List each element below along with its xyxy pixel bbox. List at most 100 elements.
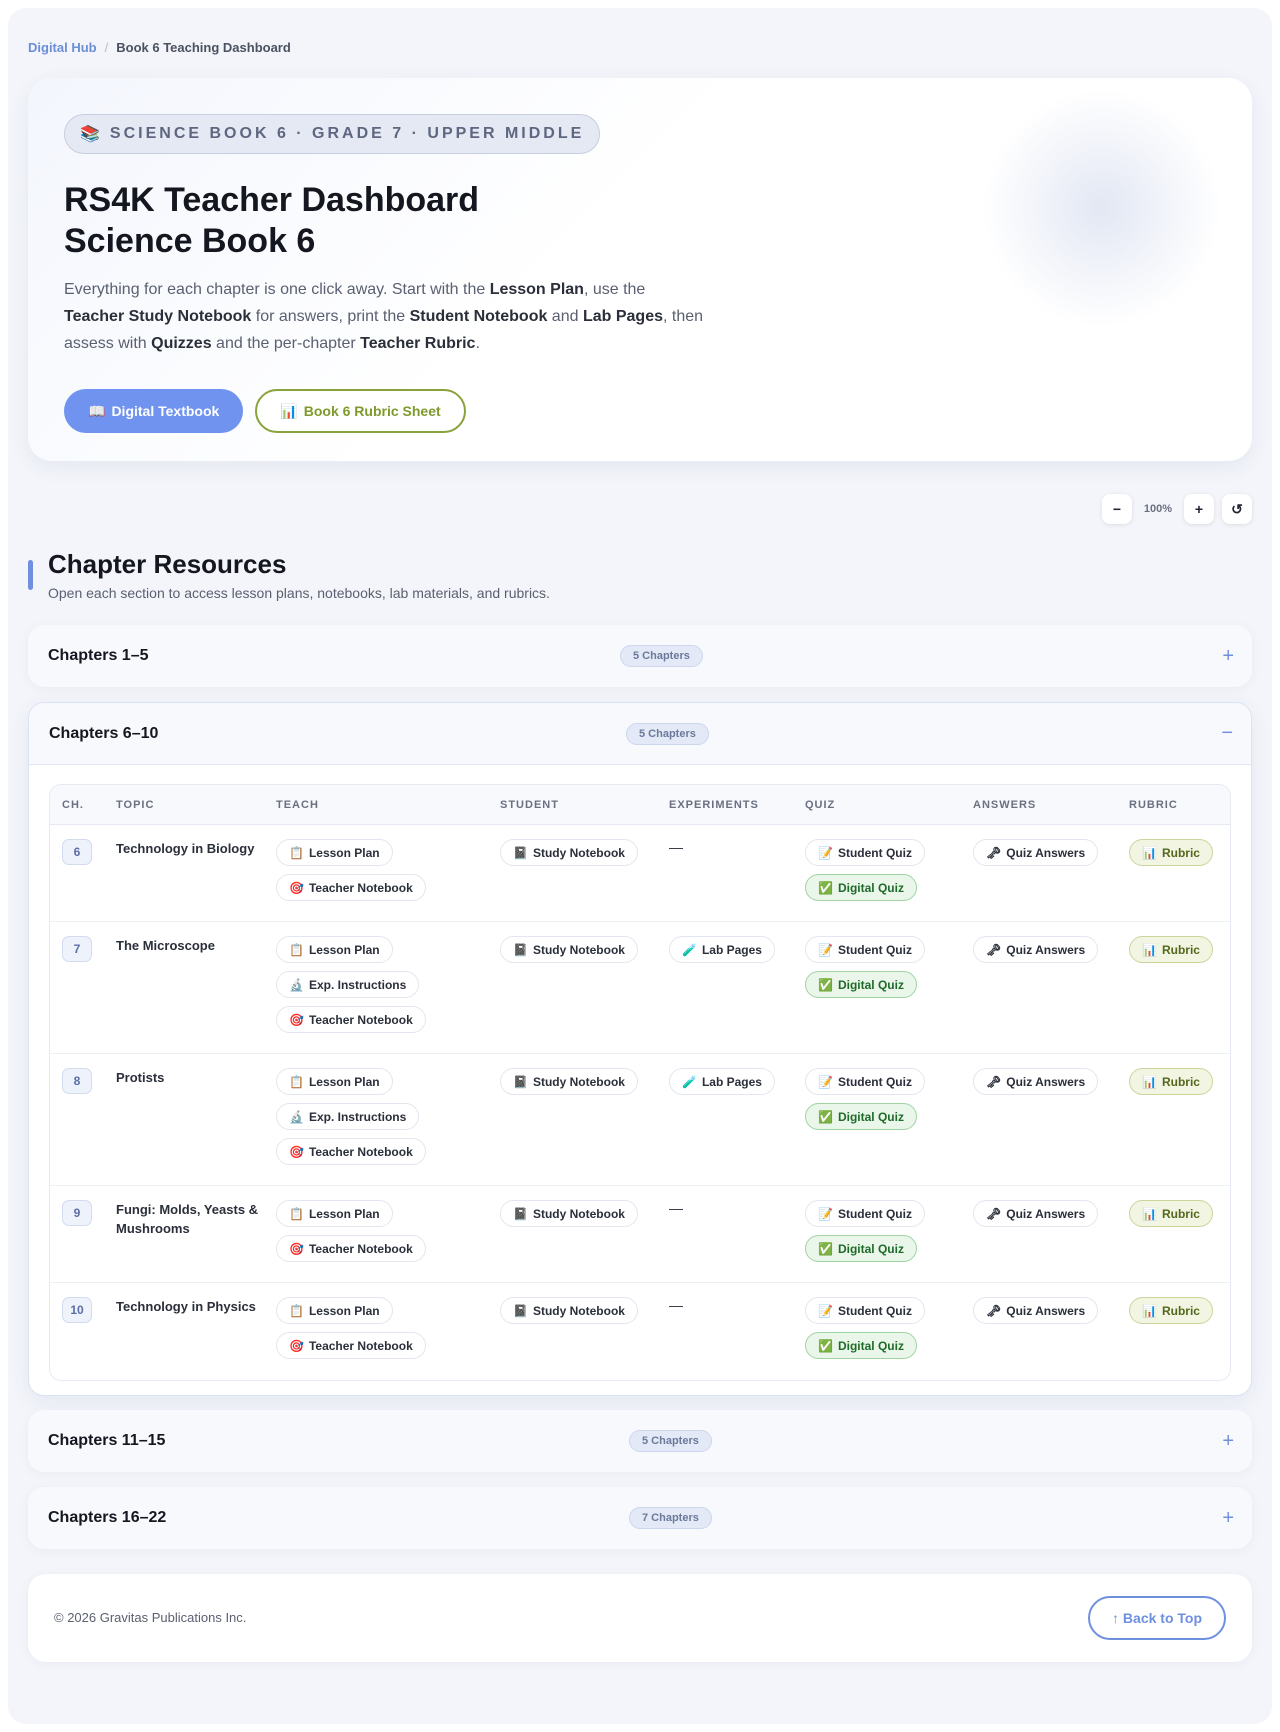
check-icon: ✅ [818, 1109, 833, 1124]
section-title: Chapter Resources [48, 549, 287, 579]
zoom-reset-button[interactable]: ↺ [1222, 494, 1252, 524]
quiz-answers-link[interactable]: 🗝 Quiz Answers [973, 936, 1099, 963]
rubric-sheet-button[interactable]: 📊 Book 6 Rubric Sheet [255, 389, 466, 433]
chapter-topic: Technology in Biology [116, 841, 255, 856]
hero-description: Everything for each chapter is one click… [64, 276, 744, 357]
pill-label: Study Notebook [532, 1303, 625, 1318]
teacher-notebook-link[interactable]: 🎯 Teacher Notebook [276, 1006, 426, 1033]
memo-icon: 📝 [818, 1303, 833, 1318]
expand-icon[interactable]: + [1222, 1507, 1234, 1530]
collapse-icon[interactable]: − [1221, 722, 1233, 745]
notebook-icon: 📓 [513, 942, 528, 957]
key-icon: 🗝 [986, 942, 1002, 957]
study-notebook-link[interactable]: 📓 Study Notebook [500, 936, 638, 963]
student-quiz-link[interactable]: 📝 Student Quiz [805, 1068, 925, 1095]
quiz-answers-link[interactable]: 🗝 Quiz Answers [973, 1297, 1099, 1324]
lesson-plan-link[interactable]: 📋 Lesson Plan [276, 1200, 393, 1227]
chapter-number: 9 [62, 1200, 92, 1226]
rubric-link[interactable]: 📊 Rubric [1129, 1200, 1213, 1227]
rubric-link[interactable]: 📊 Rubric [1129, 936, 1213, 963]
check-icon: ✅ [818, 1241, 833, 1256]
answer-resources: 🗝 Quiz Answers [973, 1297, 1099, 1324]
pill-label: Lesson Plan [308, 1303, 380, 1318]
rubric-link[interactable]: 📊 Rubric [1129, 839, 1213, 866]
expand-icon[interactable]: + [1222, 1430, 1234, 1453]
quiz-answers-link[interactable]: 🗝 Quiz Answers [973, 1200, 1099, 1227]
study-notebook-link[interactable]: 📓 Study Notebook [500, 1297, 638, 1324]
accordion-header[interactable]: Chapters 11–15 5 Chapters + [28, 1410, 1252, 1472]
pill-label: Quiz Answers [1006, 1206, 1086, 1221]
pill-label: Lab Pages [701, 942, 762, 957]
student-resources: 📓 Study Notebook [500, 839, 638, 866]
back-to-top-button[interactable]: ↑ Back to Top [1088, 1596, 1226, 1640]
expand-icon[interactable]: + [1222, 645, 1234, 668]
accordion-header[interactable]: Chapters 6–10 5 Chapters − [29, 703, 1251, 765]
digital-quiz-link[interactable]: ✅ Digital Quiz [805, 1103, 917, 1130]
pill-label: Rubric [1161, 845, 1200, 860]
student-quiz-link[interactable]: 📝 Student Quiz [805, 839, 925, 866]
experiment-resources: 🧪 Lab Pages [669, 936, 775, 963]
clipboard-icon: 📋 [289, 845, 304, 860]
lab-pages-link[interactable]: 🧪 Lab Pages [669, 1068, 775, 1095]
quiz-answers-link[interactable]: 🗝 Quiz Answers [973, 839, 1099, 866]
memo-icon: 📝 [818, 1206, 833, 1221]
key-icon: 🗝 [986, 1206, 1002, 1221]
teacher-notebook-link[interactable]: 🎯 Teacher Notebook [276, 874, 426, 901]
test-tube-icon: 🧪 [682, 1074, 697, 1089]
student-quiz-link[interactable]: 📝 Student Quiz [805, 936, 925, 963]
quiz-answers-link[interactable]: 🗝 Quiz Answers [973, 1068, 1099, 1095]
desc-bold: Student Notebook [409, 308, 548, 325]
digital-textbook-button[interactable]: 📖 Digital Textbook [64, 389, 244, 433]
exp-instructions-link[interactable]: 🔬 Exp. Instructions [276, 1103, 420, 1130]
page-frame: Digital Hub / Book 6 Teaching Dashboard … [8, 8, 1272, 1724]
digital-quiz-link[interactable]: ✅ Digital Quiz [805, 1332, 917, 1359]
chapter-number: 6 [62, 839, 92, 865]
bar-chart-icon: 📊 [1142, 845, 1157, 860]
teacher-notebook-link[interactable]: 🎯 Teacher Notebook [276, 1235, 426, 1262]
study-notebook-link[interactable]: 📓 Study Notebook [500, 839, 638, 866]
student-quiz-link[interactable]: 📝 Student Quiz [805, 1297, 925, 1324]
hero-badge: 📚 SCIENCE BOOK 6 · GRADE 7 · UPPER MIDDL… [64, 114, 601, 154]
pill-label: Quiz Answers [1006, 1303, 1086, 1318]
accordion-header[interactable]: Chapters 1–5 5 Chapters + [28, 625, 1252, 687]
zoom-in-button[interactable]: + [1184, 494, 1214, 524]
pill-label: Digital Quiz [837, 977, 904, 992]
rubric-link[interactable]: 📊 Rubric [1129, 1068, 1213, 1095]
target-icon: 🎯 [289, 1012, 304, 1027]
pill-label: Digital Quiz [837, 1109, 904, 1124]
student-quiz-link[interactable]: 📝 Student Quiz [805, 1200, 925, 1227]
exp-instructions-link[interactable]: 🔬 Exp. Instructions [276, 971, 420, 998]
lesson-plan-link[interactable]: 📋 Lesson Plan [276, 1297, 393, 1324]
rubric-link[interactable]: 📊 Rubric [1129, 1297, 1213, 1324]
notebook-icon: 📓 [513, 1206, 528, 1221]
clipboard-icon: 📋 [289, 1206, 304, 1221]
quiz-resources: 📝 Student Quiz ✅ Digital Quiz [805, 1068, 925, 1130]
pill-label: Exp. Instructions [308, 1109, 407, 1124]
zoom-out-button[interactable]: − [1102, 494, 1132, 524]
key-icon: 🗝 [986, 1303, 1002, 1318]
desc-text: and the per-chapter [211, 335, 361, 352]
lesson-plan-link[interactable]: 📋 Lesson Plan [276, 936, 393, 963]
pill-label: Student Quiz [837, 845, 912, 860]
digital-quiz-link[interactable]: ✅ Digital Quiz [805, 971, 917, 998]
lab-pages-link[interactable]: 🧪 Lab Pages [669, 936, 775, 963]
breadcrumb-home-link[interactable]: Digital Hub [28, 40, 97, 55]
digital-quiz-link[interactable]: ✅ Digital Quiz [805, 874, 917, 901]
teacher-notebook-link[interactable]: 🎯 Teacher Notebook [276, 1332, 426, 1359]
lesson-plan-link[interactable]: 📋 Lesson Plan [276, 1068, 393, 1095]
experiments-none: — [669, 1200, 683, 1216]
digital-quiz-link[interactable]: ✅ Digital Quiz [805, 1235, 917, 1262]
teach-resources: 📋 Lesson Plan 🎯 Teacher Notebook [276, 1200, 426, 1262]
study-notebook-link[interactable]: 📓 Study Notebook [500, 1200, 638, 1227]
pill-label: Student Quiz [837, 1206, 912, 1221]
accordion-header[interactable]: Chapters 16–22 7 Chapters + [28, 1487, 1252, 1549]
pill-label: Digital Quiz [837, 1338, 904, 1353]
teach-resources: 📋 Lesson Plan 🎯 Teacher Notebook [276, 1297, 426, 1359]
lesson-plan-link[interactable]: 📋 Lesson Plan [276, 839, 393, 866]
teacher-notebook-link[interactable]: 🎯 Teacher Notebook [276, 1138, 426, 1165]
col-header-teach: TEACH [276, 799, 319, 811]
bar-chart-icon: 📊 [1142, 1303, 1157, 1318]
clipboard-icon: 📋 [289, 1074, 304, 1089]
study-notebook-link[interactable]: 📓 Study Notebook [500, 1068, 638, 1095]
chapter-count-badge: 7 Chapters [629, 1507, 712, 1529]
